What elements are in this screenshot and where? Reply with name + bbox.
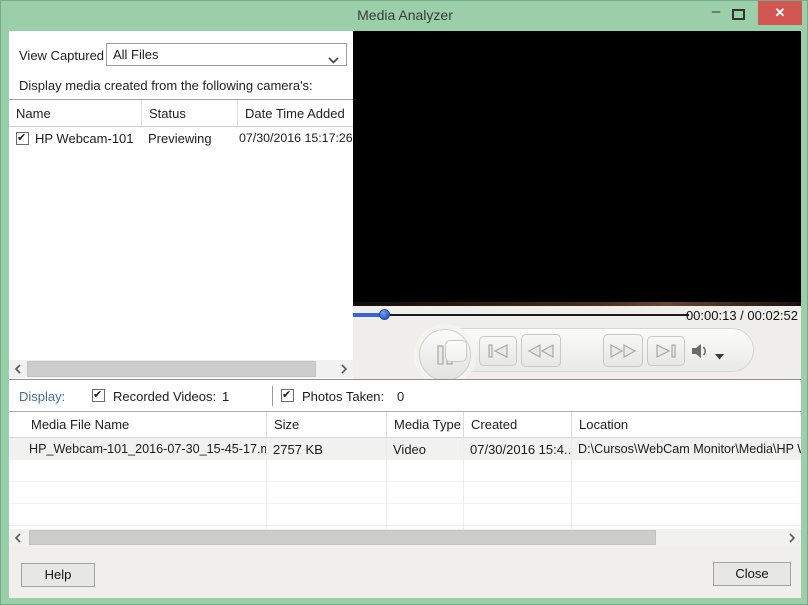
filter-panel: View Captured Media: All Files Display m… <box>9 31 353 99</box>
minimize-button[interactable]: – <box>705 3 727 25</box>
media-file-row[interactable]: HP_Webcam-101_2016-07-30_15-45-17.mp4 27… <box>9 438 801 460</box>
empty-row <box>9 460 801 482</box>
recorded-videos-label: Recorded Videos: <box>113 389 217 404</box>
camera-col-status[interactable]: Status <box>141 100 237 126</box>
rewind-button[interactable] <box>521 334 561 367</box>
camera-date-added: 07/30/2016 15:17:26 <box>239 131 353 145</box>
camera-list: Name Status Date Time Added ✔ HP Webcam-… <box>9 99 353 379</box>
media-analyzer-window: Media Analyzer – ✕ View Captured Media: … <box>0 0 808 605</box>
next-button[interactable] <box>647 336 685 366</box>
camera-list-header: Name Status Date Time Added <box>9 100 353 127</box>
camera-row[interactable]: ✔ HP Webcam-101 Previewing 07/30/2016 15… <box>9 127 353 149</box>
photos-taken-checkbox[interactable]: ✔ <box>281 389 294 402</box>
photos-taken-label: Photos Taken: <box>302 389 385 404</box>
display-filter-bar: Display: ✔ Recorded Videos: 1 ✔ Photos T… <box>9 379 801 412</box>
display-separator <box>272 386 273 406</box>
scroll-right-icon[interactable] <box>335 360 353 378</box>
camera-scroll-thumb[interactable] <box>27 361 316 377</box>
empty-row <box>9 504 801 526</box>
title-bar[interactable]: Media Analyzer – ✕ <box>1 1 807 31</box>
footer-bar: Help Close <box>9 546 801 598</box>
volume-caret-icon[interactable] <box>715 348 724 363</box>
scroll-left-icon[interactable] <box>9 360 27 378</box>
media-table-hscrollbar[interactable] <box>9 529 801 546</box>
media-file-name: HP_Webcam-101_2016-07-30_15-45-17.mp4 <box>29 442 266 456</box>
help-button[interactable]: Help <box>21 563 95 587</box>
media-file-size: 2757 KB <box>273 441 323 457</box>
media-col-type[interactable]: Media Type <box>386 412 463 437</box>
cameras-caption: Display media created from the following… <box>19 78 313 93</box>
time-display: 00:00:13 / 00:02:52 <box>685 308 798 323</box>
close-button[interactable]: Close <box>713 562 791 586</box>
camera-name: HP Webcam-101 <box>35 130 134 146</box>
media-file-location: D:\Cursos\WebCam Monitor\Media\HP Webcam <box>578 442 801 456</box>
skip-back-icon <box>488 344 508 358</box>
playback-controls <box>353 324 801 381</box>
camera-col-name[interactable]: Name <box>9 100 141 126</box>
rewind-icon <box>527 343 554 358</box>
photos-taken-count: 0 <box>397 389 405 404</box>
media-file-type: Video <box>393 441 427 457</box>
media-col-size[interactable]: Size <box>266 412 386 437</box>
video-preview[interactable] <box>353 31 801 306</box>
recorded-videos-count: 1 <box>222 389 230 404</box>
empty-row <box>9 482 801 504</box>
media-filter-dropdown[interactable]: All Files <box>106 43 347 66</box>
previous-button[interactable] <box>479 336 517 366</box>
camera-list-hscrollbar[interactable] <box>9 360 353 378</box>
seek-thumb[interactable] <box>379 309 390 320</box>
fast-forward-icon <box>610 343 637 358</box>
media-scroll-track[interactable] <box>27 529 783 547</box>
camera-checkbox[interactable]: ✔ <box>16 131 29 145</box>
media-table-body: HP_Webcam-101_2016-07-30_15-45-17.mp4 27… <box>9 438 801 529</box>
controls-pill <box>418 328 754 381</box>
skip-forward-icon <box>656 344 676 358</box>
seek-row: 00:00:13 / 00:02:52 <box>353 306 801 324</box>
seek-track[interactable] <box>353 314 689 316</box>
media-col-file-name[interactable]: Media File Name <box>9 412 266 437</box>
scroll-right-icon[interactable] <box>783 529 801 547</box>
recorded-videos-checkbox[interactable]: ✔ <box>92 389 105 402</box>
window-title: Media Analyzer <box>357 7 453 23</box>
media-col-created[interactable]: Created <box>463 412 571 437</box>
maximize-button[interactable] <box>732 9 745 20</box>
close-window-button[interactable]: ✕ <box>758 1 802 25</box>
media-scroll-thumb[interactable] <box>29 529 656 545</box>
media-files-table: Media File Name Size Media Type Created … <box>9 412 801 546</box>
media-file-created: 07/30/2016 15:4... <box>470 441 571 457</box>
speaker-icon <box>692 344 706 358</box>
fast-forward-button[interactable] <box>603 334 643 367</box>
media-table-header: Media File Name Size Media Type Created … <box>9 412 801 438</box>
volume-button[interactable] <box>689 342 711 360</box>
display-label: Display: <box>19 389 66 404</box>
camera-col-date[interactable]: Date Time Added <box>237 100 353 126</box>
stop-button[interactable] <box>445 340 467 362</box>
camera-status: Previewing <box>148 130 212 146</box>
media-col-location[interactable]: Location <box>571 412 801 437</box>
media-filter-value: All Files <box>113 47 159 62</box>
camera-scroll-track[interactable] <box>27 360 335 378</box>
chevron-down-icon <box>328 52 339 67</box>
scroll-left-icon[interactable] <box>9 529 27 547</box>
